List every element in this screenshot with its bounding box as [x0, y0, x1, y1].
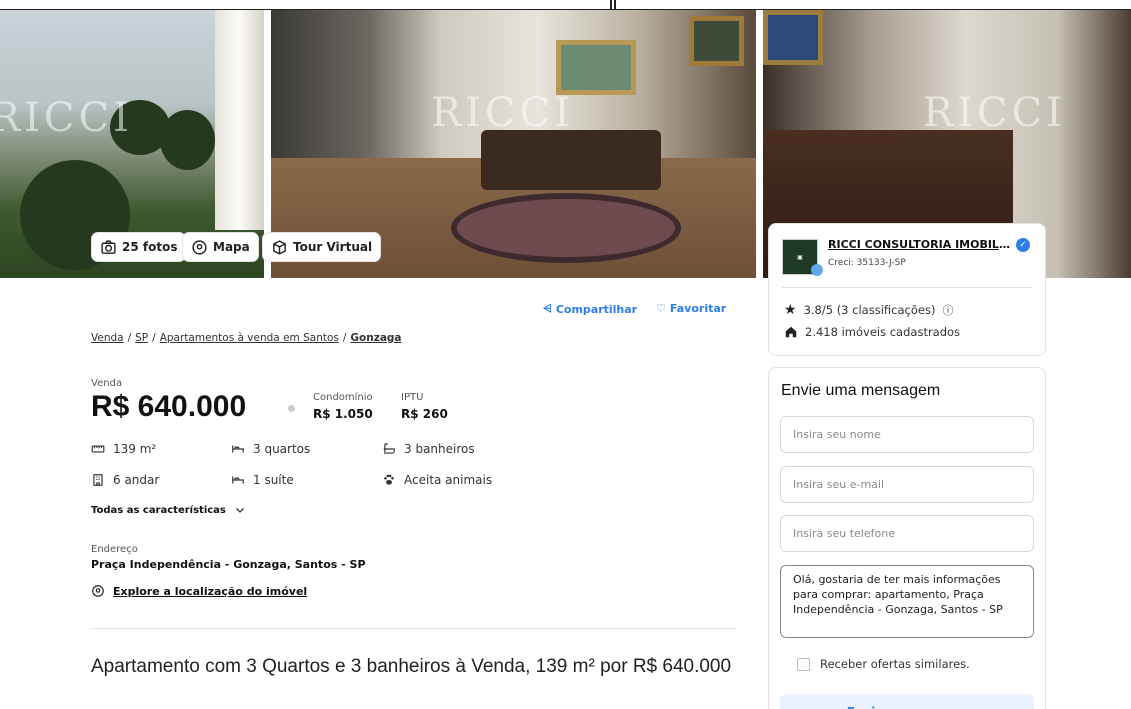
painting — [763, 10, 823, 65]
separator-dot — [288, 405, 295, 412]
badge-icon — [811, 264, 823, 276]
condo-label: Condomínio — [313, 392, 373, 403]
virtual-tour-button[interactable]: Tour Virtual — [262, 232, 382, 262]
agency-listings: 2.418 imóveis cadastrados — [784, 325, 960, 339]
feature-text: 3 quartos — [253, 442, 311, 456]
bath-icon — [383, 443, 395, 455]
address-label: Endereço — [91, 544, 138, 555]
painting — [689, 16, 744, 66]
listing-headline: Apartamento com 3 Quartos e 3 banheiros … — [91, 656, 732, 677]
verified-icon: ✓ — [1016, 238, 1030, 252]
building-tower — [215, 10, 264, 230]
iptu-label: IPTU — [401, 392, 424, 403]
chevron-down-icon — [235, 508, 244, 513]
explore-location-link[interactable]: Explore a localização do imóvel — [91, 584, 307, 598]
agency-name-link[interactable]: RICCI CONSULTORIA IMOBILIÁRIA — [828, 238, 1010, 251]
bed-icon — [232, 445, 244, 453]
dining-table — [481, 130, 661, 190]
breadcrumb-item[interactable]: Venda — [91, 332, 124, 344]
rating-text: 3.8/5 (3 classificações) — [803, 303, 936, 317]
strip-divider — [610, 0, 616, 10]
share-icon: ⩤ — [543, 302, 552, 315]
name-field[interactable] — [780, 416, 1034, 453]
breadcrumb-current[interactable]: Gonzaga — [350, 332, 401, 344]
feature-pets: Aceita animais — [382, 473, 492, 487]
feature-text: 6 andar — [113, 473, 160, 487]
feature-floor: 6 andar — [91, 473, 159, 487]
share-button[interactable]: ⩤ Compartilhar — [543, 302, 637, 316]
feature-area: 139 m² — [91, 442, 156, 456]
all-features-label: Todas as características — [91, 504, 226, 516]
watermark: RICCI — [431, 90, 574, 136]
favorite-label: Favoritar — [669, 302, 727, 315]
painting — [556, 40, 636, 95]
agency-rating: ★ 3.8/5 (3 classificações) ⓘ — [784, 302, 953, 318]
agency-card: ▣ RICCI CONSULTORIA IMOBILIÁRIA ✓ Creci:… — [768, 223, 1046, 356]
pin-icon — [192, 239, 207, 255]
explore-location-label: Explore a localização do imóvel — [113, 584, 308, 598]
feature-text: 3 banheiros — [404, 442, 475, 456]
info-icon[interactable]: ⓘ — [942, 302, 953, 318]
heart-icon: ♡ — [656, 302, 666, 315]
rug — [451, 193, 681, 263]
photos-button[interactable]: 25 fotos — [91, 232, 187, 262]
breadcrumb: Venda / SP / Apartamentos à venda em San… — [91, 332, 402, 344]
divider — [91, 628, 736, 629]
watermark: RICCI — [0, 95, 133, 141]
pin-icon — [92, 585, 104, 597]
condo-value: R$ 1.050 — [313, 407, 373, 421]
cube-icon — [273, 239, 286, 255]
send-message-button[interactable]: Enviar mensagem — [780, 694, 1034, 709]
star-icon: ★ — [784, 302, 797, 318]
share-label: Compartilhar — [555, 302, 638, 316]
breadcrumb-separator: / — [342, 332, 347, 344]
house-icon — [785, 326, 797, 338]
watermark: RICCI — [923, 90, 1066, 136]
checkbox-box[interactable] — [797, 657, 810, 671]
feature-text: Aceita animais — [404, 473, 493, 487]
map-button[interactable]: Mapa — [182, 232, 259, 262]
top-strip — [0, 0, 1131, 10]
email-field[interactable] — [780, 466, 1034, 503]
feature-bathrooms: 3 banheiros — [382, 442, 475, 456]
palm-tree — [160, 110, 215, 170]
feature-text: 1 suíte — [253, 473, 294, 487]
listing-type: Venda — [91, 378, 123, 389]
feature-suite: 1 suíte — [231, 473, 294, 487]
paw-icon — [384, 474, 394, 485]
all-features-toggle[interactable]: Todas as características — [91, 504, 246, 516]
similar-offers-label: Receber ofertas similares. — [820, 657, 970, 671]
camera-icon — [101, 239, 116, 254]
listings-count: 2.418 imóveis cadastrados — [805, 325, 961, 339]
contact-form: Envie uma mensagem Olá, gostaria de ter … — [768, 367, 1046, 709]
bed-icon — [232, 476, 244, 484]
breadcrumb-separator: / — [127, 332, 132, 344]
breadcrumb-item[interactable]: SP — [135, 332, 148, 344]
building-icon — [93, 474, 103, 486]
address: Praça Independência - Gonzaga, Santos - … — [91, 558, 366, 571]
favorite-button[interactable]: ♡ Favoritar — [656, 302, 726, 315]
virtual-tour-button-label: Tour Virtual — [293, 240, 373, 254]
agency-creci: Creci: 35133-J-SP — [828, 258, 906, 268]
form-title: Envie uma mensagem — [781, 382, 941, 399]
price: R$ 640.000 — [91, 390, 247, 423]
feature-text: 139 m² — [113, 442, 157, 456]
map-button-label: Mapa — [213, 240, 250, 254]
breadcrumb-separator: / — [152, 332, 156, 344]
area-icon — [91, 445, 105, 453]
feature-bedrooms: 3 quartos — [231, 442, 310, 456]
breadcrumb-item[interactable]: Apartamentos à venda em Santos — [160, 332, 339, 344]
photos-button-label: 25 fotos — [122, 240, 178, 254]
message-field[interactable]: Olá, gostaria de ter mais informações pa… — [780, 565, 1034, 638]
iptu-value: R$ 260 — [401, 407, 448, 421]
divider — [782, 287, 1032, 288]
phone-field[interactable] — [780, 515, 1034, 552]
similar-offers-checkbox[interactable]: Receber ofertas similares. — [797, 657, 970, 671]
